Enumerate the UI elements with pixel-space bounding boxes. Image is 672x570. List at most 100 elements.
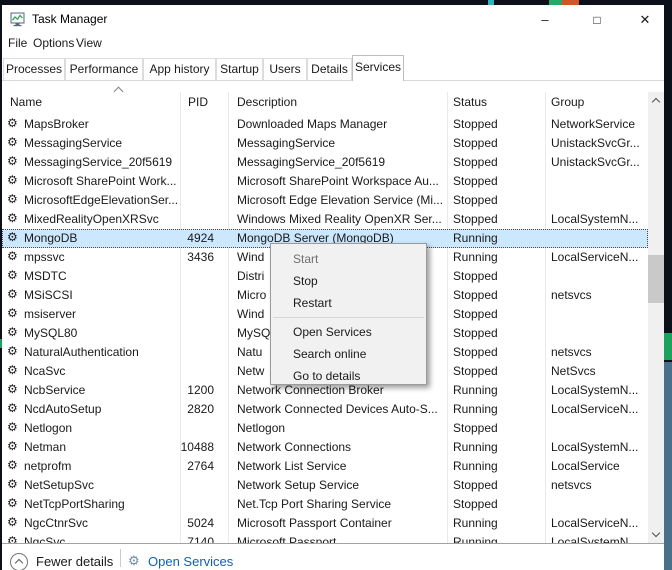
service-gear-icon: ⚙ [7, 230, 18, 244]
cell-description: Microsoft Passport [237, 535, 446, 543]
menu-view[interactable]: View [76, 36, 102, 50]
cell-group: UnistackSvcGr... [551, 155, 647, 169]
context-menu-item-go-to-details[interactable]: Go to details [271, 365, 426, 387]
cell-description: Network Setup Service [237, 478, 446, 492]
desktop-artifact-green-right [664, 333, 672, 360]
cell-pid: 1200 [150, 383, 214, 397]
scroll-thumb[interactable] [648, 255, 664, 303]
column-header-pid[interactable]: PID [188, 95, 208, 109]
service-gear-icon: ⚙ [7, 249, 18, 263]
menu-file[interactable]: File [8, 36, 27, 50]
context-menu-item-search-online[interactable]: Search online [271, 343, 426, 365]
cell-name: MapsBroker [24, 117, 178, 131]
column-header-group[interactable]: Group [551, 95, 584, 109]
cell-status: Running [453, 250, 544, 264]
cell-status: Stopped [453, 421, 544, 435]
cell-status: Stopped [453, 155, 544, 169]
column-header-status[interactable]: Status [453, 95, 487, 109]
table-row[interactable]: ⚙NgcSvc7140Microsoft PassportRunningLoca… [2, 533, 648, 543]
title-bar: Task Manager – □ ✕ [2, 5, 664, 35]
cell-description: MessagingService [237, 136, 446, 150]
table-row[interactable]: ⚙MessagingService_20f5619MessagingServic… [2, 153, 648, 172]
tab-services[interactable]: Services [352, 55, 404, 81]
cell-name: MixedRealityOpenXRSvc [24, 212, 178, 226]
cell-name: MSDTC [24, 269, 178, 283]
chevron-down-icon [652, 529, 660, 537]
cell-name: MessagingService [24, 136, 178, 150]
tab-startup[interactable]: Startup [216, 58, 263, 80]
table-row[interactable]: ⚙NgcCtnrSvc5024Microsoft Passport Contai… [2, 514, 648, 533]
service-gear-icon: ⚙ [7, 477, 18, 491]
chevron-up-icon [652, 98, 660, 106]
cell-name: msiserver [24, 307, 178, 321]
context-menu-item-restart[interactable]: Restart [271, 292, 426, 314]
tab-users[interactable]: Users [263, 58, 307, 80]
cell-pid: 3436 [150, 250, 214, 264]
menu-options[interactable]: Options [33, 36, 74, 50]
cell-group: NetworkService [551, 117, 647, 131]
cell-pid: 7140 [150, 535, 214, 543]
cell-group: netsvcs [551, 288, 647, 302]
footer-separator [120, 549, 121, 567]
service-gear-icon: ⚙ [7, 116, 18, 130]
task-manager-app-icon [10, 11, 26, 27]
cell-name: NcaSvc [24, 364, 178, 378]
service-gear-icon: ⚙ [7, 401, 18, 415]
cell-description: Network Connections [237, 440, 446, 454]
cell-status: Running [453, 535, 544, 543]
column-header-description[interactable]: Description [237, 95, 297, 109]
cell-group: LocalSystemN... [551, 383, 647, 397]
table-row[interactable]: ⚙MessagingServiceMessagingServiceStopped… [2, 134, 648, 153]
tab-processes[interactable]: Processes [3, 58, 65, 80]
scroll-up-button[interactable] [648, 92, 664, 109]
table-row[interactable]: ⚙NcdAutoSetup2820Network Connected Devic… [2, 400, 648, 419]
cell-group: LocalSystemN... [551, 535, 647, 543]
fewer-details-label: Fewer details [36, 554, 113, 569]
cell-group: LocalSystemN... [551, 440, 647, 454]
window-title: Task Manager [32, 12, 107, 26]
desktop-artifact-slate-right [664, 362, 672, 570]
service-gear-icon: ⚙ [7, 515, 18, 529]
context-menu-item-open-services[interactable]: Open Services [271, 321, 426, 343]
scroll-down-button[interactable] [648, 526, 664, 543]
service-gear-icon: ⚙ [7, 306, 18, 320]
context-menu-item-stop[interactable]: Stop [271, 270, 426, 292]
tab-performance[interactable]: Performance [65, 58, 143, 80]
vertical-scrollbar[interactable] [648, 92, 664, 543]
cell-status: Stopped [453, 193, 544, 207]
table-row[interactable]: ⚙MicrosoftEdgeElevationSer...Microsoft E… [2, 191, 648, 210]
table-row[interactable]: ⚙Microsoft SharePoint Work...Microsoft S… [2, 172, 648, 191]
tab-details[interactable]: Details [307, 58, 352, 80]
column-header-name[interactable]: Name [10, 95, 42, 109]
table-row[interactable]: ⚙NetSetupSvcNetwork Setup ServiceStopped… [2, 476, 648, 495]
tab-app-history[interactable]: App history [143, 58, 216, 80]
cell-pid: 5024 [150, 516, 214, 530]
cell-status: Stopped [453, 212, 544, 226]
table-row[interactable]: ⚙MixedRealityOpenXRSvcWindows Mixed Real… [2, 210, 648, 229]
close-button[interactable]: ✕ [630, 8, 660, 32]
cell-group: LocalServiceN... [551, 516, 647, 530]
cell-description: Microsoft Edge Elevation Service (Mi... [237, 193, 446, 207]
cell-status: Running [453, 383, 544, 397]
table-row[interactable]: ⚙NetlogonNetlogonStopped [2, 419, 648, 438]
task-manager-window: Task Manager – □ ✕ File Options View Pro… [2, 5, 664, 570]
table-row[interactable]: ⚙netprofm2764Network List ServiceRunning… [2, 457, 648, 476]
cell-pid: 2764 [150, 459, 214, 473]
service-gear-icon: ⚙ [7, 135, 18, 149]
cell-description: Netlogon [237, 421, 446, 435]
sort-ascending-icon [114, 87, 124, 97]
table-row[interactable]: ⚙Netman10488Network ConnectionsRunningLo… [2, 438, 648, 457]
maximize-button[interactable]: □ [582, 8, 612, 32]
cell-status: Running [453, 231, 544, 245]
cell-status: Stopped [453, 497, 544, 511]
footer-bar: Fewer details ⚙ Open Services [2, 544, 664, 570]
cell-description: Net.Tcp Port Sharing Service [237, 497, 446, 511]
context-menu-item-start: Start [271, 248, 426, 270]
table-row[interactable]: ⚙MapsBrokerDownloaded Maps ManagerStoppe… [2, 115, 648, 134]
cell-group: NetSvcs [551, 364, 647, 378]
cell-description: Network Connected Devices Auto-S... [237, 402, 446, 416]
minimize-button[interactable]: – [530, 8, 560, 32]
cell-status: Stopped [453, 345, 544, 359]
table-row[interactable]: ⚙NetTcpPortSharingNet.Tcp Port Sharing S… [2, 495, 648, 514]
service-gear-icon: ⚙ [7, 211, 18, 225]
